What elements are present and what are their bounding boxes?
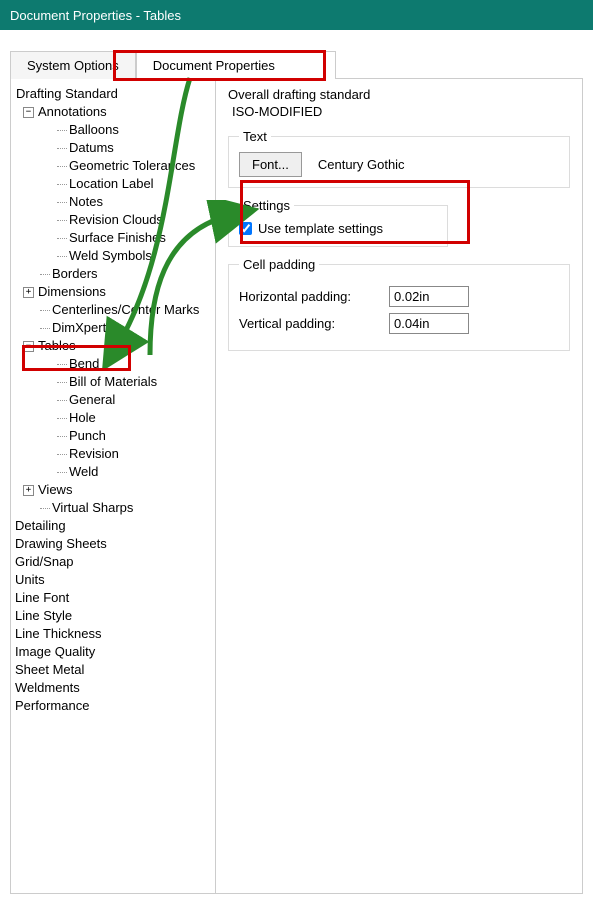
tree-item[interactable]: Units	[15, 571, 211, 589]
tree-item[interactable]: Detailing	[15, 517, 211, 535]
tree-item-dimxpert[interactable]: DimXpert	[15, 319, 211, 337]
tab-strip: System Options Document Properties	[10, 50, 583, 79]
collapse-icon[interactable]: −	[23, 107, 34, 118]
vpad-input[interactable]	[389, 313, 469, 334]
main-panel: Drafting Standard − Annotations Balloons…	[10, 79, 583, 894]
title-bar: Document Properties - Tables	[0, 0, 593, 30]
hpad-label: Horizontal padding:	[239, 289, 389, 304]
tab-document-properties[interactable]: Document Properties	[136, 51, 336, 79]
tree-item[interactable]: Bill of Materials	[15, 373, 211, 391]
tree-item[interactable]: Image Quality	[15, 643, 211, 661]
font-value: Century Gothic	[318, 157, 405, 172]
use-template-checkbox[interactable]	[239, 222, 252, 235]
hpad-input[interactable]	[389, 286, 469, 307]
settings-header: Settings	[239, 198, 294, 213]
tree-item-tables[interactable]: − Tables	[15, 337, 211, 355]
text-group: Text Font... Century Gothic	[228, 129, 570, 188]
tree-item[interactable]: General	[15, 391, 211, 409]
tree-item[interactable]: Balloons	[15, 121, 211, 139]
tree-item[interactable]: Bend	[15, 355, 211, 373]
tree-item[interactable]: Revision Clouds	[15, 211, 211, 229]
tree-item[interactable]: Revision	[15, 445, 211, 463]
tree-item-drafting-standard[interactable]: Drafting Standard	[15, 85, 211, 103]
tab-system-options[interactable]: System Options	[10, 51, 136, 79]
tree-item-annotations[interactable]: − Annotations	[15, 103, 211, 121]
expand-icon[interactable]: +	[23, 485, 34, 496]
tree-item-virtual-sharps[interactable]: Virtual Sharps	[15, 499, 211, 517]
tree-item-views[interactable]: + Views	[15, 481, 211, 499]
text-header: Text	[239, 129, 271, 144]
tree-item[interactable]: Weld	[15, 463, 211, 481]
use-template-label: Use template settings	[258, 221, 383, 236]
settings-group: Settings Use template settings	[228, 198, 448, 247]
tree-panel: Drafting Standard − Annotations Balloons…	[11, 79, 216, 893]
tree-item[interactable]: Datums	[15, 139, 211, 157]
properties-panel: Overall drafting standard ISO-MODIFIED T…	[216, 79, 582, 893]
cell-padding-header: Cell padding	[239, 257, 319, 272]
tree-item[interactable]: Sheet Metal	[15, 661, 211, 679]
tree-item[interactable]: Hole	[15, 409, 211, 427]
collapse-icon[interactable]: −	[23, 341, 34, 352]
tree-item[interactable]: Drawing Sheets	[15, 535, 211, 553]
overall-standard-value: ISO-MODIFIED	[228, 104, 570, 119]
tab-label: Document Properties	[153, 58, 275, 73]
tab-label: System Options	[27, 58, 119, 73]
tree-item[interactable]: Weld Symbols	[15, 247, 211, 265]
tree-item[interactable]: Notes	[15, 193, 211, 211]
window-title: Document Properties - Tables	[10, 8, 181, 23]
tree-item[interactable]: Location Label	[15, 175, 211, 193]
font-button[interactable]: Font...	[239, 152, 302, 177]
tree-item[interactable]: Line Font	[15, 589, 211, 607]
tree-item-centerlines[interactable]: Centerlines/Center Marks	[15, 301, 211, 319]
tree-item[interactable]: Surface Finishes	[15, 229, 211, 247]
overall-standard-label: Overall drafting standard	[228, 87, 570, 102]
tree-item[interactable]: Grid/Snap	[15, 553, 211, 571]
tree-item[interactable]: Punch	[15, 427, 211, 445]
tree-item[interactable]: Line Style	[15, 607, 211, 625]
vpad-label: Vertical padding:	[239, 316, 389, 331]
tree-item[interactable]: Geometric Tolerances	[15, 157, 211, 175]
tree-item[interactable]: Performance	[15, 697, 211, 715]
tree-item[interactable]: Line Thickness	[15, 625, 211, 643]
tree-item-dimensions[interactable]: + Dimensions	[15, 283, 211, 301]
cell-padding-group: Cell padding Horizontal padding: Vertica…	[228, 257, 570, 351]
tree-item[interactable]: Weldments	[15, 679, 211, 697]
tree-item-borders[interactable]: Borders	[15, 265, 211, 283]
expand-icon[interactable]: +	[23, 287, 34, 298]
